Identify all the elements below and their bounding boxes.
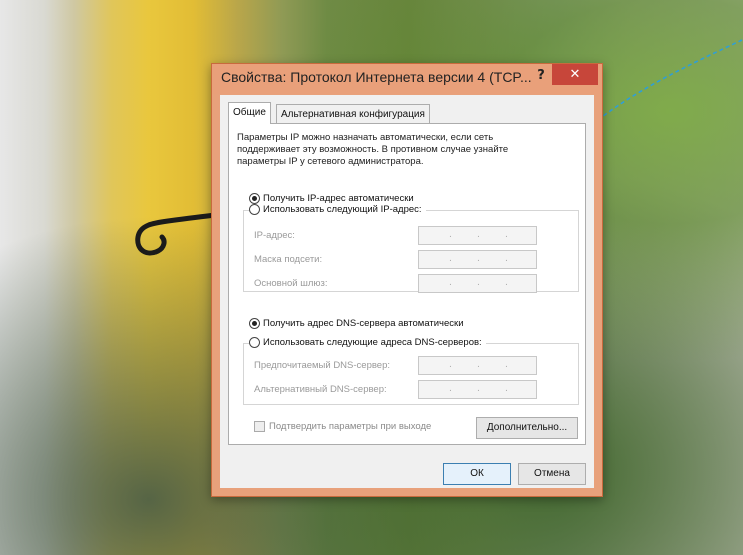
dialog-client-area: Общие Альтернативная конфигурация Параме… [220,95,594,488]
confirm-checkbox[interactable] [254,421,265,432]
description-text: Параметры IP можно назначать автоматичес… [237,132,509,167]
ok-button[interactable]: ОК [443,463,511,485]
ip-address-input[interactable]: ... [418,226,537,245]
dialog-title: Свойства: Протокол Интернета версии 4 (T… [221,69,532,85]
cancel-button[interactable]: Отмена [518,463,586,485]
radio-ip-auto[interactable]: Получить IP-адрес автоматически [249,193,414,204]
radio-dns-manual[interactable]: Использовать следующие адреса DNS-сервер… [249,337,486,348]
alternate-dns-label: Альтернативный DNS-сервер: [254,384,387,395]
radio-ip-auto-indicator[interactable] [249,193,260,204]
radio-dns-manual-label: Использовать следующие адреса DNS-сервер… [263,337,482,348]
help-button[interactable]: ? [532,67,550,85]
confirm-label: Подтвердить параметры при выходе [269,421,432,432]
radio-ip-manual[interactable]: Использовать следующий IP-адрес: [249,204,426,215]
background-stem [135,212,218,256]
title-bar: Свойства: Протокол Интернета версии 4 (T… [212,64,602,94]
general-tab-panel: Параметры IP можно назначать автоматичес… [228,123,586,445]
ip-address-label: IP-адрес: [254,230,295,241]
tab-alternate-config[interactable]: Альтернативная конфигурация [276,104,430,124]
alternate-dns-input[interactable]: ... [418,380,537,399]
radio-ip-manual-indicator[interactable] [249,204,260,215]
confirm-on-exit[interactable]: Подтвердить параметры при выходе [254,421,431,432]
subnet-mask-input[interactable]: ... [418,250,537,269]
ipv4-properties-dialog: Свойства: Протокол Интернета версии 4 (T… [211,63,603,497]
close-button[interactable]: ✕ [552,64,598,85]
subnet-mask-label: Маска подсети: [254,254,323,265]
radio-dns-auto-indicator[interactable] [249,318,260,329]
preferred-dns-label: Предпочитаемый DNS-сервер: [254,360,391,371]
radio-dns-manual-indicator[interactable] [249,337,260,348]
radio-dns-auto-label: Получить адрес DNS-сервера автоматически [263,318,464,329]
tab-general[interactable]: Общие [228,102,271,124]
preferred-dns-input[interactable]: ... [418,356,537,375]
radio-ip-manual-label: Использовать следующий IP-адрес: [263,204,422,215]
radio-dns-auto[interactable]: Получить адрес DNS-сервера автоматически [249,318,464,329]
gateway-label: Основной шлюз: [254,278,328,289]
advanced-button[interactable]: Дополнительно... [476,417,578,439]
radio-ip-auto-label: Получить IP-адрес автоматически [263,193,414,204]
gateway-input[interactable]: ... [418,274,537,293]
